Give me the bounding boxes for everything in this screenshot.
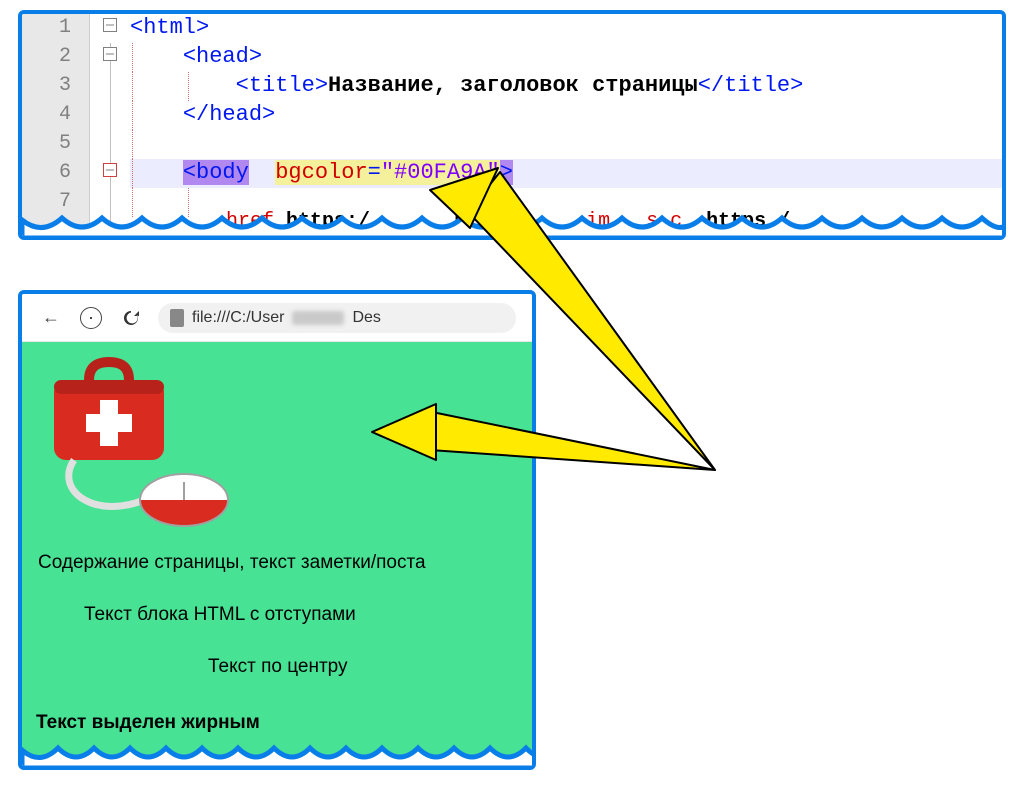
- fold-gutter[interactable]: [90, 43, 130, 72]
- attr-eq: =: [368, 160, 381, 185]
- address-bar[interactable]: file:///C:/User Des: [158, 303, 516, 333]
- code-line: 2 <head>: [22, 43, 1002, 72]
- code-line: 5: [22, 130, 1002, 159]
- fold-toggle-icon[interactable]: [103, 18, 117, 32]
- tag-head-close: </head>: [183, 102, 275, 127]
- line-number: 6: [22, 159, 90, 188]
- body-close-bracket: >: [500, 160, 513, 185]
- line-number: 4: [22, 101, 90, 130]
- line-number: 3: [22, 72, 90, 101]
- fold-gutter[interactable]: [90, 159, 130, 188]
- line-number: 1: [22, 14, 90, 43]
- page-logo-image: [34, 350, 254, 540]
- tag-body: body: [196, 160, 249, 185]
- title-text: Название, заголовок страницы: [328, 73, 698, 98]
- url-text-post: Des: [352, 309, 380, 327]
- fold-gutter: [90, 130, 130, 159]
- reload-button[interactable]: [118, 305, 144, 331]
- line-number: 2: [22, 43, 90, 72]
- fold-gutter: [90, 72, 130, 101]
- fold-gutter[interactable]: [90, 14, 130, 43]
- fold-toggle-icon[interactable]: [103, 47, 117, 61]
- line-number: 5: [22, 130, 90, 159]
- attr-bgcolor: bgcolor: [275, 160, 367, 185]
- page-paragraph: Текст по центру: [208, 656, 348, 678]
- space: [249, 160, 275, 185]
- tag-title-close: </title>: [698, 73, 804, 98]
- tag-title-open: <title>: [236, 73, 328, 98]
- page-viewport: Содержание страницы, текст заметки/поста…: [22, 342, 532, 766]
- page-bold-text: Текст выделен жирным: [36, 712, 260, 734]
- code-line: 1 <html>: [22, 14, 1002, 43]
- page-icon: [170, 309, 184, 327]
- code-line-torn: href https:/ p.in im s c https /: [22, 209, 1002, 238]
- tag-head-open: <head>: [183, 44, 262, 69]
- code-line: 3 <title>Название, заголовок страницы</t…: [22, 72, 1002, 101]
- browser-toolbar: ← file:///C:/User Des: [22, 294, 532, 342]
- attr-value: "#00FA9A": [381, 160, 500, 185]
- code-line: 4 </head>: [22, 101, 1002, 130]
- code-line-active[interactable]: 6 <body bgcolor="#00FA9A">: [22, 159, 1002, 188]
- page-paragraph: Содержание страницы, текст заметки/поста: [38, 552, 426, 574]
- browser-preview-panel: ← file:///C:/User Des: [18, 290, 536, 770]
- fold-gutter: [90, 101, 130, 130]
- url-blurred: [292, 311, 344, 325]
- url-text-pre: file:///C:/User: [192, 309, 284, 327]
- back-button[interactable]: ←: [38, 305, 64, 331]
- code-editor-panel: 1 <html> 2 <head> 3 <title>Название, заг…: [18, 10, 1006, 240]
- yandex-home-icon[interactable]: [78, 305, 104, 331]
- fold-toggle-icon[interactable]: [103, 163, 117, 177]
- body-open-bracket: <: [183, 160, 196, 185]
- tag-html-open: <html>: [130, 15, 209, 40]
- page-paragraph: Текст блока HTML с отступами: [84, 604, 356, 626]
